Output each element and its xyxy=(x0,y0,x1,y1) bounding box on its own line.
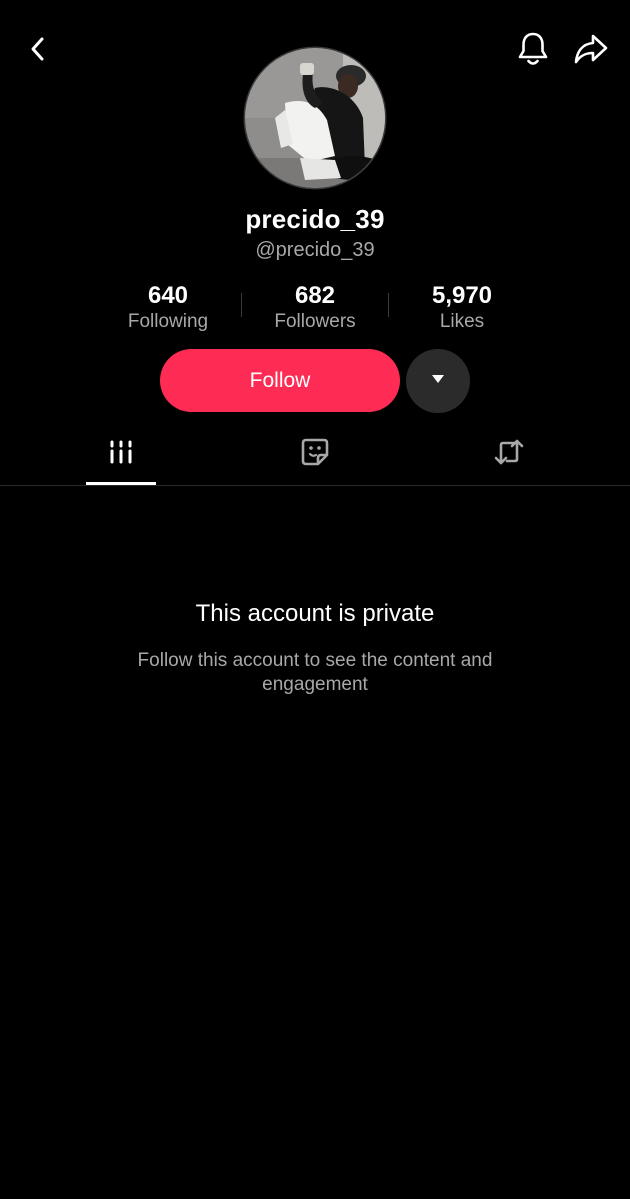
repost-icon xyxy=(493,437,525,472)
tab-favorites[interactable] xyxy=(280,425,350,484)
following-count: 640 xyxy=(147,282,189,309)
profile-stats: 640 Following 682 Followers 5,970 Likes xyxy=(95,281,535,337)
bell-icon xyxy=(516,31,550,72)
tab-reposts[interactable] xyxy=(474,425,544,484)
grid-bars-icon xyxy=(108,439,134,470)
private-account-description: Follow this account to see the content a… xyxy=(137,650,493,695)
followers-label: Followers xyxy=(274,311,356,332)
profile-tabs xyxy=(0,425,630,486)
active-tab-indicator xyxy=(86,482,156,485)
followers-count: 682 xyxy=(294,282,336,309)
caret-down-icon xyxy=(430,372,446,390)
notifications-button[interactable] xyxy=(511,29,555,73)
following-stat[interactable]: 640 Following xyxy=(95,281,241,333)
share-button[interactable] xyxy=(569,29,613,73)
username-handle: @precido_39 xyxy=(255,239,375,261)
avatar[interactable] xyxy=(245,48,385,188)
display-name: precido_39 xyxy=(245,204,385,234)
tab-videos[interactable] xyxy=(86,425,156,484)
likes-count: 5,970 xyxy=(431,282,493,309)
share-arrow-icon xyxy=(573,32,609,71)
chevron-left-icon xyxy=(24,35,52,68)
following-label: Following xyxy=(127,311,209,332)
suggested-accounts-dropdown-button[interactable] xyxy=(406,349,470,413)
private-account-title: This account is private xyxy=(195,600,435,627)
sticker-icon xyxy=(300,437,330,472)
back-button[interactable] xyxy=(16,29,60,73)
likes-label: Likes xyxy=(439,311,485,332)
follow-button[interactable]: Follow xyxy=(160,349,400,412)
likes-stat[interactable]: 5,970 Likes xyxy=(389,281,535,333)
followers-stat[interactable]: 682 Followers xyxy=(242,281,388,333)
